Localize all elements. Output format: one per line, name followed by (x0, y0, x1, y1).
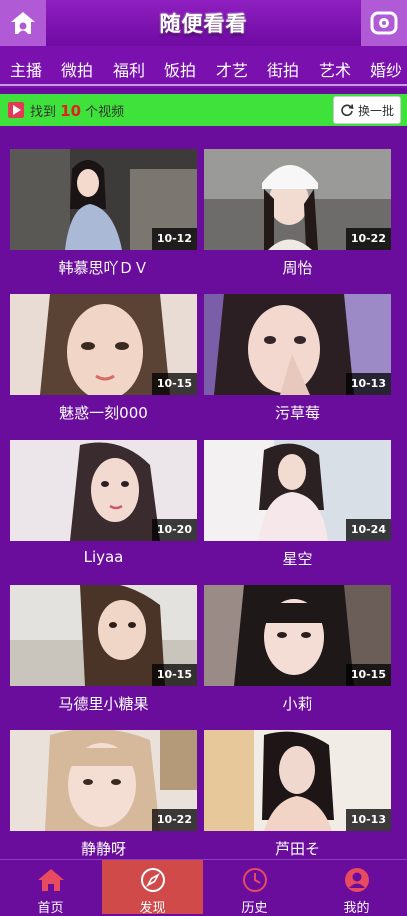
category-bar: 主播 微拍 福利 饭拍 才艺 街拍 艺术 婚纱 (0, 46, 407, 88)
refresh-button[interactable]: 换一批 (333, 96, 401, 124)
nav-label: 历史 (241, 901, 268, 916)
video-thumbnail[interactable]: 10-15 (204, 585, 391, 686)
video-thumbnail[interactable]: 10-22 (10, 730, 197, 831)
nav-discover[interactable]: 发现 (102, 860, 203, 916)
video-thumbnail[interactable]: 10-24 (204, 440, 391, 541)
app-header: 随便看看 (0, 0, 407, 46)
video-date: 10-15 (345, 664, 391, 686)
nav-label: 我的 (343, 901, 370, 916)
video-thumbnail[interactable]: 10-15 (10, 585, 197, 686)
nav-mine[interactable]: 我的 (306, 860, 407, 916)
category-tab[interactable]: 主播 (10, 57, 42, 81)
video-grid: 10-12 韩慕思吖ＤＶ 10-22 周怡 10-15 魅惑一刻000 10-1… (0, 136, 407, 859)
video-title[interactable]: 星空 (204, 548, 391, 569)
video-date: 10-22 (151, 809, 197, 831)
video-thumbnail[interactable]: 10-20 (10, 440, 197, 541)
video-date: 10-24 (345, 519, 391, 541)
video-thumbnail[interactable]: 10-12 (10, 149, 197, 250)
category-tab[interactable]: 微拍 (61, 57, 93, 81)
nav-home[interactable]: 首页 (0, 860, 101, 916)
video-date: 10-15 (151, 373, 197, 395)
clock-icon (243, 868, 267, 892)
video-title[interactable]: 魅惑一刻000 (10, 402, 197, 423)
video-title[interactable]: 芦田そ (204, 838, 391, 859)
video-date: 10-13 (345, 809, 391, 831)
category-tab[interactable]: 才艺 (216, 57, 248, 81)
video-thumbnail[interactable]: 10-13 (204, 730, 391, 831)
nav-label: 发现 (139, 901, 166, 916)
video-date: 10-12 (151, 228, 197, 250)
compass-icon (141, 868, 165, 892)
camera-icon (370, 11, 398, 35)
user-icon (345, 868, 369, 892)
play-icon (8, 102, 24, 118)
category-divider (0, 84, 407, 86)
video-title[interactable]: Liyaa (10, 548, 197, 566)
home-icon (38, 869, 64, 891)
result-bar: 找到 10 个视频 换一批 (0, 94, 407, 126)
bottom-nav: 首页 发现 历史 我的 (0, 859, 407, 916)
nav-history[interactable]: 历史 (204, 860, 305, 916)
video-date: 10-20 (151, 519, 197, 541)
video-title[interactable]: 韩慕思吖ＤＶ (10, 257, 197, 278)
category-tab[interactable]: 艺术 (319, 57, 351, 81)
category-tab[interactable]: 福利 (113, 57, 145, 81)
video-thumbnail[interactable]: 10-15 (10, 294, 197, 395)
page-title: 随便看看 (159, 12, 248, 36)
result-count-text: 找到 10 个视频 (30, 102, 125, 120)
video-title[interactable]: 小莉 (204, 693, 391, 714)
video-date: 10-22 (345, 228, 391, 250)
refresh-label: 换一批 (357, 103, 394, 118)
camera-button[interactable] (361, 0, 407, 46)
nav-label: 首页 (37, 901, 64, 916)
video-thumbnail[interactable]: 10-13 (204, 294, 391, 395)
category-tab[interactable]: 街拍 (267, 57, 299, 81)
video-date: 10-13 (345, 373, 391, 395)
video-title[interactable]: 马德里小糖果 (10, 693, 197, 714)
category-tab[interactable]: 婚纱 (370, 57, 402, 81)
category-tab[interactable]: 饭拍 (164, 57, 196, 81)
video-date: 10-15 (151, 664, 197, 686)
video-title[interactable]: 周怡 (204, 257, 391, 278)
refresh-icon (341, 104, 354, 117)
video-thumbnail[interactable]: 10-22 (204, 149, 391, 250)
video-title[interactable]: 静静呀 (10, 838, 197, 859)
result-count: 10 (60, 102, 82, 120)
video-title[interactable]: 污草莓 (204, 402, 391, 423)
